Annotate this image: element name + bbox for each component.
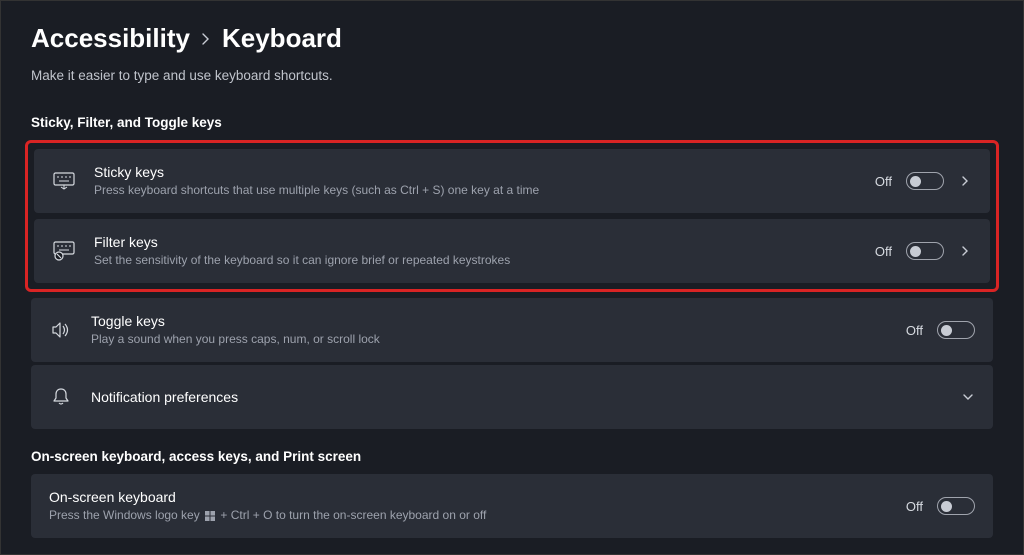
- toggle-state-label: Off: [906, 323, 923, 338]
- setting-title: Sticky keys: [94, 163, 875, 181]
- breadcrumb-current: Keyboard: [222, 23, 342, 54]
- setting-desc: Press the Windows logo key + Ctrl + O to…: [49, 508, 906, 524]
- chevron-down-icon[interactable]: [961, 390, 975, 404]
- setting-text: Sticky keys Press keyboard shortcuts tha…: [94, 163, 875, 199]
- setting-desc: Set the sensitivity of the keyboard so i…: [94, 253, 875, 269]
- speaker-icon: [49, 318, 73, 342]
- setting-text: Toggle keys Play a sound when you press …: [91, 312, 906, 348]
- setting-on-screen-keyboard[interactable]: On-screen keyboard Press the Windows log…: [31, 474, 993, 538]
- setting-text: On-screen keyboard Press the Windows log…: [49, 488, 906, 524]
- breadcrumb-parent[interactable]: Accessibility: [31, 23, 190, 54]
- toggle-state-label: Off: [875, 244, 892, 259]
- windows-logo-icon: [205, 511, 215, 521]
- setting-desc: Press keyboard shortcuts that use multip…: [94, 183, 875, 199]
- toggle-state-label: Off: [906, 499, 923, 514]
- setting-notification-preferences[interactable]: Notification preferences: [31, 365, 993, 429]
- setting-title: Notification preferences: [91, 388, 961, 406]
- section-header-osk: On-screen keyboard, access keys, and Pri…: [31, 449, 993, 464]
- setting-toggle-keys[interactable]: Toggle keys Play a sound when you press …: [31, 298, 993, 362]
- toggle-toggle-keys[interactable]: [937, 321, 975, 339]
- setting-controls: Off: [875, 242, 972, 260]
- chevron-right-icon[interactable]: [958, 244, 972, 258]
- page-subtitle: Make it easier to type and use keyboard …: [31, 68, 993, 83]
- section-header-sticky-filter-toggle: Sticky, Filter, and Toggle keys: [31, 115, 993, 130]
- setting-title: Toggle keys: [91, 312, 906, 330]
- setting-filter-keys[interactable]: Filter keys Set the sensitivity of the k…: [34, 219, 990, 283]
- setting-text: Filter keys Set the sensitivity of the k…: [94, 233, 875, 269]
- toggle-sticky-keys[interactable]: [906, 172, 944, 190]
- chevron-right-icon[interactable]: [958, 174, 972, 188]
- toggle-filter-keys[interactable]: [906, 242, 944, 260]
- setting-text: Notification preferences: [91, 388, 961, 406]
- chevron-right-icon: [200, 32, 212, 46]
- setting-title: Filter keys: [94, 233, 875, 251]
- bell-icon: [49, 385, 73, 409]
- setting-controls: [961, 390, 975, 404]
- toggle-on-screen-keyboard[interactable]: [937, 497, 975, 515]
- setting-desc: Play a sound when you press caps, num, o…: [91, 332, 906, 348]
- setting-sticky-keys[interactable]: Sticky keys Press keyboard shortcuts tha…: [34, 149, 990, 213]
- setting-controls: Off: [906, 321, 975, 339]
- setting-title: On-screen keyboard: [49, 488, 906, 506]
- breadcrumb: Accessibility Keyboard: [31, 23, 993, 54]
- setting-controls: Off: [875, 172, 972, 190]
- setting-controls: Off: [906, 497, 975, 515]
- highlight-annotation: Sticky keys Press keyboard shortcuts tha…: [25, 140, 999, 292]
- toggle-state-label: Off: [875, 174, 892, 189]
- keyboard-filter-icon: [52, 239, 76, 263]
- keyboard-sticky-icon: [52, 169, 76, 193]
